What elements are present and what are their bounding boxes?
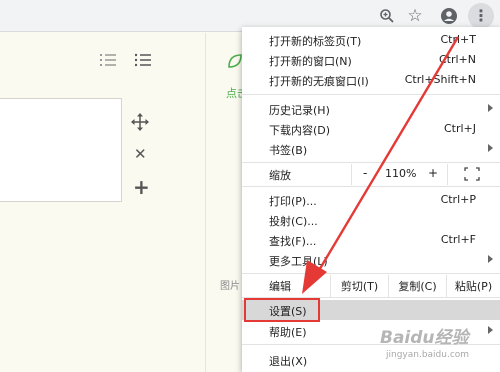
menu-item-label: 更多工具(L)	[269, 255, 328, 268]
star-icon[interactable]: ☆	[404, 5, 426, 27]
menu-item-shortcut: Ctrl+J	[443, 122, 476, 135]
copy-button[interactable]: 复制(C)	[388, 275, 446, 297]
add-icon[interactable]: +	[133, 175, 150, 199]
menu-item-label: 投射(C)...	[269, 215, 318, 228]
menu-item-print[interactable]: 打印(P)... Ctrl+P	[242, 190, 500, 210]
zoom-label: 缩放	[269, 169, 291, 182]
menu-separator	[242, 186, 500, 187]
menu-item-shortcut: Ctrl+P	[440, 193, 476, 206]
edit-label: 编辑	[269, 280, 291, 293]
menu-item-label: 打开新的标签页(T)	[269, 35, 362, 48]
menu-item-incognito-window[interactable]: 打开新的无痕窗口(I) Ctrl+Shift+N	[242, 70, 500, 90]
fullscreen-icon[interactable]	[464, 167, 480, 181]
chrome-main-menu: 打开新的标签页(T) Ctrl+T 打开新的窗口(N) Ctrl+N 打开新的无…	[242, 27, 500, 372]
zoom-divider	[351, 164, 352, 185]
menu-item-label: 下载内容(D)	[269, 124, 331, 137]
menu-item-label: 历史记录(H)	[269, 104, 330, 117]
editor-panel: ✕ +	[0, 33, 206, 372]
menu-item-shortcut: Ctrl+F	[440, 233, 476, 246]
menu-item-history[interactable]: 历史记录(H)	[242, 99, 500, 119]
move-icon[interactable]	[131, 113, 149, 134]
close-icon[interactable]: ✕	[134, 145, 147, 163]
menu-item-more-tools[interactable]: 更多工具(L)	[242, 250, 500, 270]
menu-row-edit: 编辑 剪切(T) 复制(C) 粘贴(P)	[242, 275, 500, 297]
menu-item-shortcut: Ctrl+N	[438, 53, 476, 66]
menu-item-new-tab[interactable]: 打开新的标签页(T) Ctrl+T	[242, 30, 500, 50]
leaf-icon[interactable]	[227, 53, 243, 69]
text-input-box[interactable]	[0, 98, 122, 202]
menu-item-shortcut: Ctrl+T	[440, 33, 476, 46]
menu-item-label: 帮助(E)	[269, 326, 307, 339]
submenu-arrow-icon	[488, 144, 493, 152]
cut-button[interactable]: 剪切(T)	[330, 275, 388, 297]
submenu-arrow-icon	[488, 104, 493, 112]
menu-item-label: 打开新的无痕窗口(I)	[269, 75, 369, 88]
settings-highlight-box	[244, 298, 320, 322]
watermark-url: jingyan.baidu.com	[386, 350, 470, 360]
zoom-value: 110%	[385, 167, 417, 180]
menu-item-label: 打印(P)...	[269, 195, 317, 208]
menu-item-shortcut: Ctrl+Shift+N	[404, 73, 476, 86]
zoom-divider	[447, 164, 448, 185]
ordered-list-icon[interactable]	[100, 53, 116, 70]
paste-button[interactable]: 粘贴(P)	[446, 275, 500, 297]
menu-item-label: 书签(B)	[269, 144, 308, 157]
menu-item-cast[interactable]: 投射(C)...	[242, 210, 500, 230]
menu-item-bookmarks[interactable]: 书签(B)	[242, 139, 500, 159]
unordered-list-icon[interactable]	[134, 53, 151, 70]
menu-separator	[242, 162, 500, 163]
menu-item-label: 查找(F)...	[269, 235, 317, 248]
menu-item-label: 退出(X)	[269, 355, 308, 368]
menu-item-label: 打开新的窗口(N)	[269, 55, 352, 68]
zoom-icon[interactable]	[376, 5, 398, 27]
menu-item-find[interactable]: 查找(F)... Ctrl+F	[242, 230, 500, 250]
side-label: 图片	[220, 281, 240, 292]
profile-icon[interactable]	[438, 5, 460, 27]
menu-item-new-window[interactable]: 打开新的窗口(N) Ctrl+N	[242, 50, 500, 70]
menu-separator	[242, 94, 500, 95]
menu-row-zoom: 缩放 - 110% +	[242, 164, 500, 185]
zoom-in-button[interactable]: +	[428, 166, 438, 180]
three-dots-vertical-icon[interactable]: ⋮	[468, 3, 494, 29]
menu-separator	[242, 273, 500, 274]
baidu-jingyan-watermark: Baidu经验 jingyan.baidu.com	[380, 323, 498, 369]
watermark-logo: Baidu经验	[380, 328, 469, 348]
zoom-out-button[interactable]: -	[363, 166, 367, 180]
submenu-arrow-icon	[488, 255, 493, 263]
menu-item-downloads[interactable]: 下载内容(D) Ctrl+J	[242, 119, 500, 139]
